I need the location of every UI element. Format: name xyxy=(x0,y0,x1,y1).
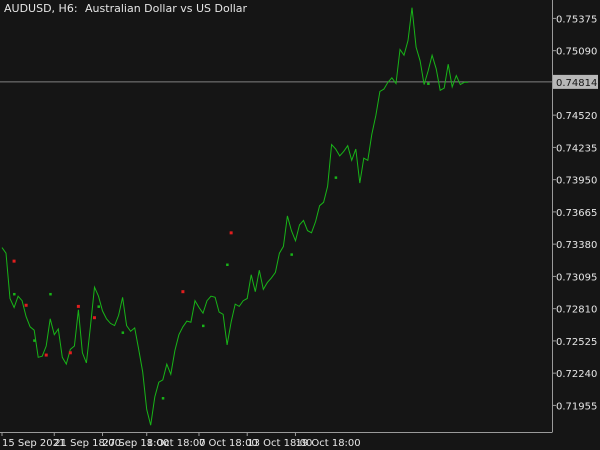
signal-dot-up xyxy=(97,305,100,308)
signal-dot-down xyxy=(92,316,96,320)
y-tick-label: 0.72525 xyxy=(556,337,597,348)
signal-dot-up xyxy=(334,176,338,179)
signal-dot-down xyxy=(12,259,16,263)
signal-dot-up xyxy=(49,292,52,296)
symbol-timeframe-label: AUDUSD, H6: xyxy=(4,2,78,15)
signal-dot-up xyxy=(427,82,430,85)
y-tick-label: 0.73950 xyxy=(556,176,597,187)
signal-dot-up xyxy=(13,292,16,296)
y-tick-label: 0.73095 xyxy=(556,272,597,283)
y-tick-label: 0.73665 xyxy=(556,208,597,219)
signal-dot-down xyxy=(76,304,80,308)
symbol-description-label: Australian Dollar vs US Dollar xyxy=(85,2,248,15)
signal-dot-down xyxy=(68,351,72,355)
chart-title: AUDUSD, H6: Australian Dollar vs US Doll… xyxy=(4,2,247,15)
signal-dot-up xyxy=(290,253,293,256)
signal-dot-up xyxy=(121,331,125,334)
signal-dot-up xyxy=(161,397,165,400)
y-tick-label: 0.75090 xyxy=(556,47,597,58)
price-series-line xyxy=(1,7,469,426)
signal-dot-up xyxy=(33,339,36,342)
y-tick-label: 0.72810 xyxy=(556,305,597,316)
signal-dot-up xyxy=(202,324,205,328)
y-tick-label: 0.71955 xyxy=(556,401,597,412)
y-tick-label: 0.74235 xyxy=(556,143,597,154)
y-tick-label: 0.75375 xyxy=(556,14,597,25)
signal-dot-down xyxy=(229,231,233,235)
y-tick-label: 0.73380 xyxy=(556,240,597,251)
y-tick-label: 0.74520 xyxy=(556,111,597,122)
signal-dot-up xyxy=(226,263,229,267)
signal-dot-down xyxy=(24,303,28,307)
x-tick-label: 1 Oct 18:00 xyxy=(147,438,206,449)
chart-window[interactable]: 0.75375 0.75090 0.74520 0.74235 0.73950 0.736… xyxy=(0,0,600,450)
signal-dot-down xyxy=(181,290,185,294)
price-chart[interactable]: 0.75375 0.75090 0.74520 0.74235 0.73950 0.736… xyxy=(0,0,600,450)
current-price-label: 0.74814 xyxy=(556,78,597,89)
signal-dot-down xyxy=(44,353,48,357)
x-tick-label: 19 Oct 18:00 xyxy=(295,438,360,449)
y-tick-label: 0.72240 xyxy=(556,369,597,380)
